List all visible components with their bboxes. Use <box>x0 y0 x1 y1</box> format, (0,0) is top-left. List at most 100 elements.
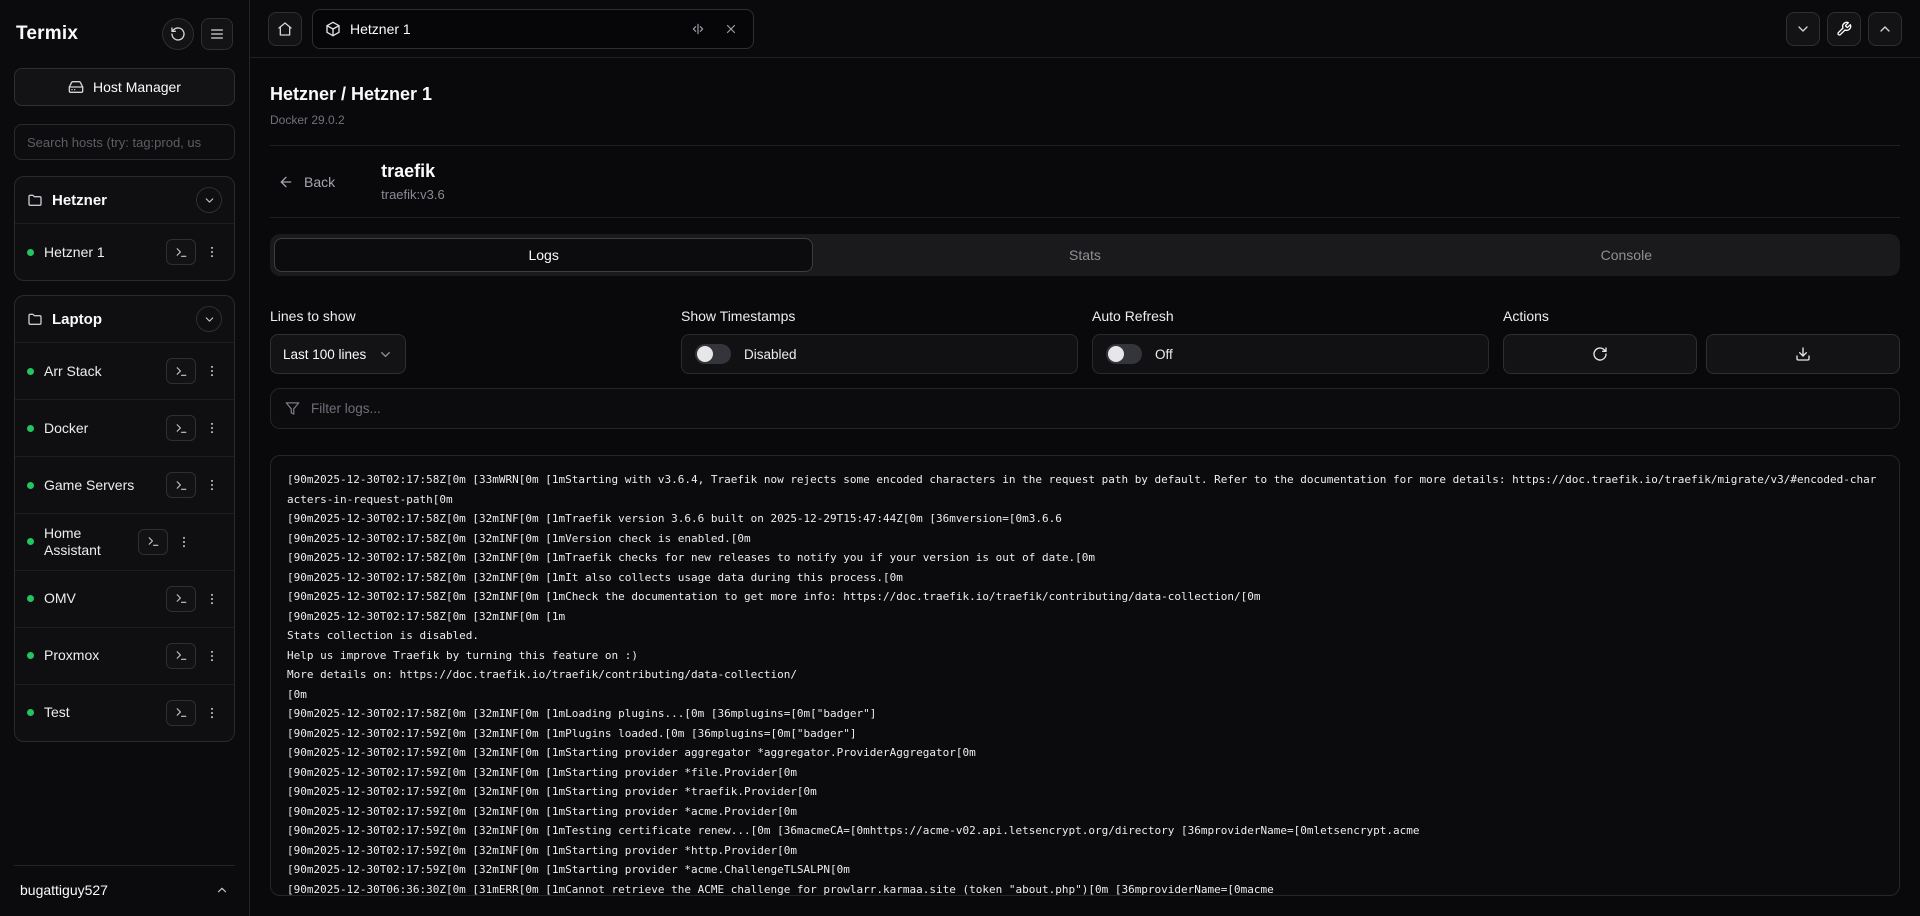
host-row-actions <box>166 586 222 612</box>
terminal-button[interactable] <box>166 358 196 384</box>
lines-control: Lines to show Last 100 lines <box>270 308 667 374</box>
kebab-menu-button[interactable] <box>202 358 222 384</box>
back-button[interactable]: Back <box>278 174 335 190</box>
chevron-up-icon <box>215 883 229 897</box>
kebab-icon <box>205 478 219 492</box>
close-tab-button[interactable] <box>719 17 743 41</box>
tab-stats[interactable]: Stats <box>815 238 1354 272</box>
kebab-menu-button[interactable] <box>202 472 222 498</box>
chevron-down-icon <box>203 194 216 207</box>
terminal-icon <box>147 535 160 548</box>
chevron-down-icon <box>203 313 216 326</box>
menu-button[interactable] <box>201 18 233 50</box>
kebab-menu-button[interactable] <box>174 529 194 555</box>
view-tabs: Logs Stats Console <box>270 234 1900 276</box>
kebab-menu-button[interactable] <box>202 643 222 669</box>
refresh-logs-button[interactable] <box>1503 334 1697 374</box>
host-manager-button[interactable]: Host Manager <box>14 68 235 106</box>
topbar-right-actions <box>1786 12 1902 46</box>
reset-button[interactable] <box>162 18 194 50</box>
kebab-menu-button[interactable] <box>202 586 222 612</box>
lines-select[interactable]: Last 100 lines <box>270 334 406 374</box>
host-row-test[interactable]: Test <box>15 684 234 741</box>
split-view-button[interactable] <box>686 17 710 41</box>
kebab-icon <box>205 364 219 378</box>
lines-value: Last 100 lines <box>283 347 366 362</box>
host-row-actions <box>166 472 222 498</box>
rotate-ccw-icon <box>170 26 186 42</box>
folder-label: Hetzner <box>52 192 107 209</box>
host-name: OMV <box>44 590 156 607</box>
host-search-input[interactable] <box>14 124 235 160</box>
terminal-button[interactable] <box>166 586 196 612</box>
timestamps-control: Show Timestamps Disabled <box>681 308 1078 374</box>
log-line: [90m2025-12-30T02:17:59Z[0m [32mINF[0m [… <box>287 743 1883 763</box>
terminal-button[interactable] <box>166 700 196 726</box>
tab-console[interactable]: Console <box>1357 238 1896 272</box>
host-row-arr-stack[interactable]: Arr Stack <box>15 342 234 399</box>
host-row-home-assistant[interactable]: Home Assistant <box>15 513 234 570</box>
log-line: Stats collection is disabled. <box>287 626 1883 646</box>
back-label: Back <box>304 174 335 190</box>
log-line: [90m2025-12-30T02:17:59Z[0m [32mINF[0m [… <box>287 763 1883 783</box>
terminal-button[interactable] <box>166 239 196 265</box>
timestamps-toggle[interactable] <box>695 344 731 364</box>
kebab-menu-button[interactable] <box>202 239 222 265</box>
folder-laptop: Laptop Arr Stack Docker <box>14 295 235 742</box>
kebab-icon <box>205 245 219 259</box>
refresh-icon <box>1592 346 1608 362</box>
tab-bar: Hetzner 1 <box>250 0 1920 58</box>
host-row-omv[interactable]: OMV <box>15 570 234 627</box>
download-logs-button[interactable] <box>1706 334 1900 374</box>
log-output[interactable]: [90m2025-12-30T02:17:58Z[0m [33mWRN[0m [… <box>270 455 1900 896</box>
terminal-icon <box>175 422 188 435</box>
user-footer[interactable]: bugattiguy527 <box>14 865 235 902</box>
host-name: Arr Stack <box>44 363 156 380</box>
host-row-docker[interactable]: Docker <box>15 399 234 456</box>
kebab-menu-button[interactable] <box>202 700 222 726</box>
log-line: Help us improve Traefik by turning this … <box>287 646 1883 666</box>
collapse-up-button[interactable] <box>1868 12 1902 46</box>
host-row-proxmox[interactable]: Proxmox <box>15 627 234 684</box>
tools-button[interactable] <box>1827 12 1861 46</box>
terminal-button[interactable] <box>166 415 196 441</box>
folder-collapse-button[interactable] <box>196 187 222 213</box>
log-line: [90m2025-12-30T02:17:58Z[0m [32mINF[0m [… <box>287 568 1883 588</box>
host-name: Home Assistant <box>44 525 128 559</box>
folder-collapse-button[interactable] <box>196 306 222 332</box>
host-row-game-servers[interactable]: Game Servers <box>15 456 234 513</box>
terminal-icon <box>175 592 188 605</box>
terminal-icon <box>175 706 188 719</box>
kebab-icon <box>205 592 219 606</box>
host-row-actions <box>166 643 222 669</box>
filter-logs-input[interactable] <box>311 401 1885 416</box>
content-area: Hetzner / Hetzner 1 Docker 29.0.2 Back t… <box>250 58 1920 916</box>
log-line: [90m2025-12-30T02:17:59Z[0m [32mINF[0m [… <box>287 802 1883 822</box>
home-button[interactable] <box>268 12 302 46</box>
tab-logs[interactable]: Logs <box>274 238 813 272</box>
tab-hetzner-1[interactable]: Hetzner 1 <box>312 9 754 49</box>
log-line: [90m2025-12-30T02:17:58Z[0m [32mINF[0m [… <box>287 587 1883 607</box>
terminal-button[interactable] <box>138 529 168 555</box>
kebab-icon <box>205 421 219 435</box>
status-dot <box>27 709 34 716</box>
host-name: Docker <box>44 420 156 437</box>
log-line: More details on: https://doc.traefik.io/… <box>287 665 1883 685</box>
terminal-button[interactable] <box>166 643 196 669</box>
app-title: Termix <box>16 23 78 45</box>
actions-control: Actions <box>1503 308 1900 374</box>
collapse-down-button[interactable] <box>1786 12 1820 46</box>
host-row-actions <box>166 700 222 726</box>
log-line: [90m2025-12-30T06:36:30Z[0m [31mERR[0m [… <box>287 880 1883 897</box>
host-row-hetzner-1[interactable]: Hetzner 1 <box>15 223 234 280</box>
terminal-button[interactable] <box>166 472 196 498</box>
kebab-menu-button[interactable] <box>202 415 222 441</box>
folder-hetzner-header[interactable]: Hetzner <box>15 177 234 223</box>
folder-laptop-header[interactable]: Laptop <box>15 296 234 342</box>
chevron-up-icon <box>1877 21 1893 37</box>
status-dot <box>27 595 34 602</box>
home-icon <box>277 21 293 37</box>
filter-icon <box>285 401 300 416</box>
wrench-icon <box>1836 21 1852 37</box>
autorefresh-toggle[interactable] <box>1106 344 1142 364</box>
